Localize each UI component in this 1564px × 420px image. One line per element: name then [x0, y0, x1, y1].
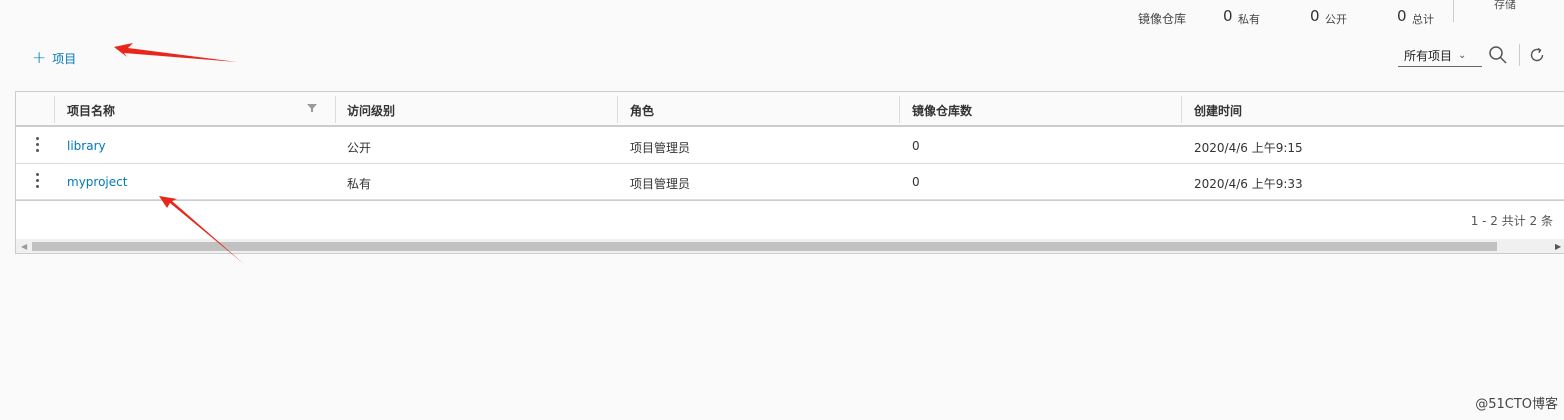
- scroll-left-arrow-icon[interactable]: ◀: [21, 242, 27, 251]
- refresh-icon[interactable]: [1528, 46, 1546, 64]
- horizontal-scrollbar[interactable]: ◀ ▶: [16, 239, 1564, 253]
- access-level-cell: 公开: [347, 141, 372, 155]
- private-label: 私有: [1238, 13, 1260, 26]
- project-filter-select[interactable]: 所有项目 ⌄: [1398, 44, 1482, 67]
- column-header-repo-count[interactable]: 镜像仓库数: [912, 102, 972, 119]
- toolbar-divider: [1519, 44, 1520, 66]
- pagination-summary: 1 - 2 共计 2 条: [1470, 214, 1553, 228]
- total-count: 0: [1397, 7, 1407, 25]
- private-count: 0: [1223, 7, 1233, 25]
- row-actions-icon[interactable]: [32, 137, 42, 155]
- row-actions-icon[interactable]: [32, 173, 42, 191]
- filter-icon[interactable]: [307, 103, 317, 113]
- datagrid-footer: 1 - 2 共计 2 条: [16, 200, 1564, 238]
- column-header-created-time[interactable]: 创建时间: [1194, 102, 1242, 119]
- created-time-cell: 2020/4/6 上午9:15: [1194, 141, 1303, 155]
- role-cell: 项目管理员: [630, 141, 691, 155]
- public-label: 公开: [1325, 13, 1347, 26]
- column-separator: [1181, 96, 1182, 123]
- project-name-link[interactable]: library: [67, 139, 106, 153]
- search-icon[interactable]: [1488, 45, 1508, 65]
- scrollbar-thumb[interactable]: [32, 242, 1497, 251]
- repo-count-cell: 0: [912, 139, 920, 153]
- table-row: myproject 私有 项目管理员 0 2020/4/6 上午9:33: [16, 164, 1564, 200]
- table-row: library 公开 项目管理员 0 2020/4/6 上午9:15: [16, 128, 1564, 164]
- add-project-label: 项目: [52, 52, 77, 66]
- access-level-cell: 私有: [347, 177, 372, 191]
- projects-datagrid: 项目名称 访问级别 角色 镜像仓库数 创建时间 library 公开 项目管理员…: [15, 91, 1564, 254]
- column-header-access-level[interactable]: 访问级别: [347, 102, 395, 119]
- repo-stats-label: 镜像仓库: [1138, 12, 1187, 26]
- column-header-role[interactable]: 角色: [630, 102, 654, 119]
- project-filter-value: 所有项目: [1404, 48, 1453, 63]
- column-separator: [899, 96, 900, 123]
- column-separator: [617, 96, 618, 123]
- repo-count-cell: 0: [912, 175, 920, 189]
- column-separator: [335, 96, 336, 123]
- stats-divider: [1453, 0, 1454, 22]
- datagrid-header: 项目名称 访问级别 角色 镜像仓库数 创建时间: [16, 92, 1564, 127]
- watermark: @51CTO博客: [1475, 397, 1558, 412]
- project-name-link[interactable]: myproject: [67, 175, 127, 189]
- role-cell: 项目管理员: [630, 177, 691, 191]
- scroll-right-arrow-icon[interactable]: ▶: [1555, 242, 1561, 251]
- column-separator: [54, 96, 55, 123]
- public-count: 0: [1310, 7, 1320, 25]
- annotation-arrow-add-button: [114, 43, 237, 62]
- plus-icon: +: [32, 48, 47, 68]
- add-project-button[interactable]: + 项目: [32, 50, 76, 67]
- column-header-project-name[interactable]: 项目名称: [67, 102, 115, 119]
- created-time-cell: 2020/4/6 上午9:33: [1194, 177, 1303, 191]
- chevron-down-icon: ⌄: [1458, 49, 1467, 61]
- total-label: 总计: [1412, 13, 1434, 26]
- repo-stats: 镜像仓库 0 私有 0 公开 0 总计 存储: [0, 0, 1564, 36]
- storage-label: 存储: [1494, 0, 1516, 11]
